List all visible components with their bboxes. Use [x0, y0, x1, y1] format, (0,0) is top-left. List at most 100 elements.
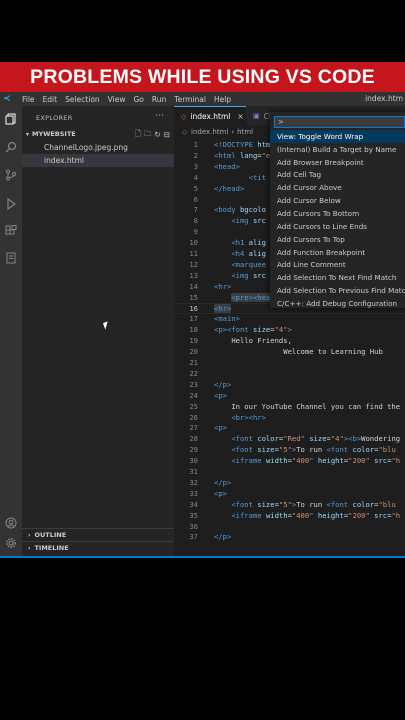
line-number: 35	[189, 510, 198, 520]
command-item[interactable]: Add Selection To Previous Find Match	[270, 284, 405, 297]
code-line[interactable]: </p>	[214, 380, 231, 389]
code-line[interactable]: </p>	[214, 478, 231, 487]
menu-terminal[interactable]: Terminal	[174, 95, 206, 104]
menu-run[interactable]: Run	[152, 95, 166, 104]
line-number: 32	[189, 477, 198, 487]
code-line[interactable]: <font size="5">To run <font color="blu	[214, 500, 395, 509]
menu-help[interactable]: Help	[214, 95, 231, 104]
new-file-icon[interactable]: 🗋	[135, 128, 141, 141]
line-number: 15	[189, 292, 198, 302]
code-line[interactable]: <main>	[214, 314, 240, 323]
code-line[interactable]: <body bgcolo	[214, 205, 266, 214]
code-line[interactable]: <font color="Red" size="4"><b>Wondering	[214, 434, 400, 443]
command-item[interactable]: (Internal) Build a Target by Name	[270, 143, 405, 156]
status-bar	[0, 556, 405, 558]
code-line[interactable]: <html lang="e	[214, 151, 270, 160]
code-line[interactable]: <h1 alig	[214, 238, 266, 247]
code-line[interactable]: <iframe width="400" height="200" src="h	[214, 511, 400, 520]
refresh-icon[interactable]: ↻	[154, 130, 160, 139]
code-line[interactable]: <p>	[214, 489, 227, 498]
code-line[interactable]: Welcome to Learning Hub	[214, 347, 383, 356]
file-index-html[interactable]: index.html	[22, 154, 174, 167]
command-item[interactable]: Add Function Breakpoint	[270, 246, 405, 259]
code-line[interactable]: <head>	[214, 162, 240, 171]
extensions-icon[interactable]	[4, 224, 18, 238]
command-label: Add Browser Breakpoint	[277, 157, 364, 167]
explorer-title: EXPLORER	[36, 114, 73, 122]
file-channellogo[interactable]: ChannelLogo.jpeg.png	[22, 141, 174, 154]
code-line[interactable]: Hello Friends,	[214, 336, 292, 345]
code-line[interactable]: <p><font size="4">	[214, 325, 292, 334]
timeline-section[interactable]: › TIMELINE	[22, 541, 174, 554]
breadcrumb-file[interactable]: index.html	[191, 128, 228, 136]
command-item[interactable]: C/C++: Add Debug Configuration	[270, 297, 405, 310]
code-line[interactable]: <marquee	[214, 260, 266, 269]
source-control-icon[interactable]	[4, 168, 18, 182]
line-number: 31	[189, 467, 198, 476]
code-line[interactable]: </p>	[214, 532, 231, 541]
code-line[interactable]: <hr>	[214, 303, 232, 313]
menu-view[interactable]: View	[108, 95, 126, 104]
outline-section[interactable]: › OUTLINE	[22, 528, 174, 541]
account-icon[interactable]	[4, 516, 18, 530]
explorer-actions: 🗋 🗀 ↻ ⊟	[135, 128, 170, 140]
command-item[interactable]: Add Cursor Above	[270, 181, 405, 194]
line-number: 20	[189, 347, 198, 357]
menu-edit[interactable]: Edit	[43, 95, 58, 104]
timeline-label: TIMELINE	[34, 544, 69, 552]
command-item[interactable]: Add Cursors To Top	[270, 233, 405, 246]
code-line[interactable]: <pre><hea	[214, 292, 271, 302]
more-actions-icon[interactable]: ···	[155, 111, 164, 121]
code-line[interactable]: <iframe width="400" height="200" src="h	[214, 456, 400, 465]
new-folder-icon[interactable]: 🗀	[144, 128, 152, 141]
breadcrumb-node[interactable]: html	[237, 128, 253, 136]
command-item[interactable]: Add Cursors to Line Ends	[270, 220, 405, 233]
gear-icon[interactable]	[4, 536, 18, 550]
line-number: 36	[189, 521, 198, 531]
code-line[interactable]: </head>	[214, 184, 244, 193]
command-item[interactable]: Add Cursor Below	[270, 194, 405, 207]
command-item[interactable]: Add Browser Breakpoint	[270, 156, 405, 169]
command-label: Add Cursors To Bottom	[277, 208, 360, 218]
remote-icon[interactable]	[4, 251, 18, 265]
code-line[interactable]: <img src	[214, 216, 266, 225]
command-item[interactable]: Add Cell Tag	[270, 169, 405, 182]
line-number: 17	[189, 314, 198, 324]
tab-label: index.html	[190, 112, 231, 121]
command-palette: > View: Toggle Word Wrap (Internal) Build…	[270, 112, 405, 308]
menu-file[interactable]: File	[22, 95, 35, 104]
line-number: 14	[189, 281, 198, 291]
code-line[interactable]: <h4 alig	[214, 249, 266, 258]
code-line[interactable]: <hr>	[214, 282, 231, 291]
chevron-right-icon: ›	[28, 531, 31, 539]
command-item[interactable]: View: Toggle Word Wrap	[270, 130, 405, 143]
code-line[interactable]: In our YouTube Channel you can find the	[214, 402, 400, 411]
line-number: 29	[189, 445, 198, 455]
code-line[interactable]: <img src	[214, 271, 266, 280]
command-item[interactable]: Add Cursors To Bottom	[270, 207, 405, 220]
line-number: 6	[193, 194, 198, 204]
explorer-icon[interactable]	[4, 112, 18, 126]
command-label: Add Selection To Next Find Match	[277, 273, 397, 283]
code-line[interactable]: <font size="5">To run <font color="blu	[214, 445, 395, 454]
run-debug-icon[interactable]	[4, 197, 18, 211]
command-item[interactable]: Add Selection To Next Find Match	[270, 271, 405, 284]
code-line[interactable]: <tit	[214, 173, 266, 182]
close-icon[interactable]: ×	[237, 112, 243, 121]
command-item[interactable]: Add Line Comment	[270, 259, 405, 272]
code-line[interactable]: <br><hr>	[214, 413, 266, 422]
search-icon[interactable]	[4, 140, 18, 154]
command-palette-input[interactable]: >	[274, 116, 405, 128]
command-label: View: Toggle Word Wrap	[277, 131, 364, 141]
line-number: 5	[193, 183, 198, 193]
menu-go[interactable]: Go	[133, 95, 143, 104]
folder-label: MYWEBSITE	[32, 130, 76, 138]
code-line[interactable]: <p>	[214, 391, 227, 400]
activity-bar	[0, 106, 22, 558]
code-line[interactable]: <!DOCTYPE htm	[214, 140, 270, 149]
line-number: 10	[189, 238, 198, 248]
menu-selection[interactable]: Selection	[65, 95, 100, 104]
tab-index-html[interactable]: ◇ index.html ×	[174, 106, 246, 126]
collapse-all-icon[interactable]: ⊟	[164, 130, 170, 139]
code-line[interactable]: <p>	[214, 423, 227, 432]
